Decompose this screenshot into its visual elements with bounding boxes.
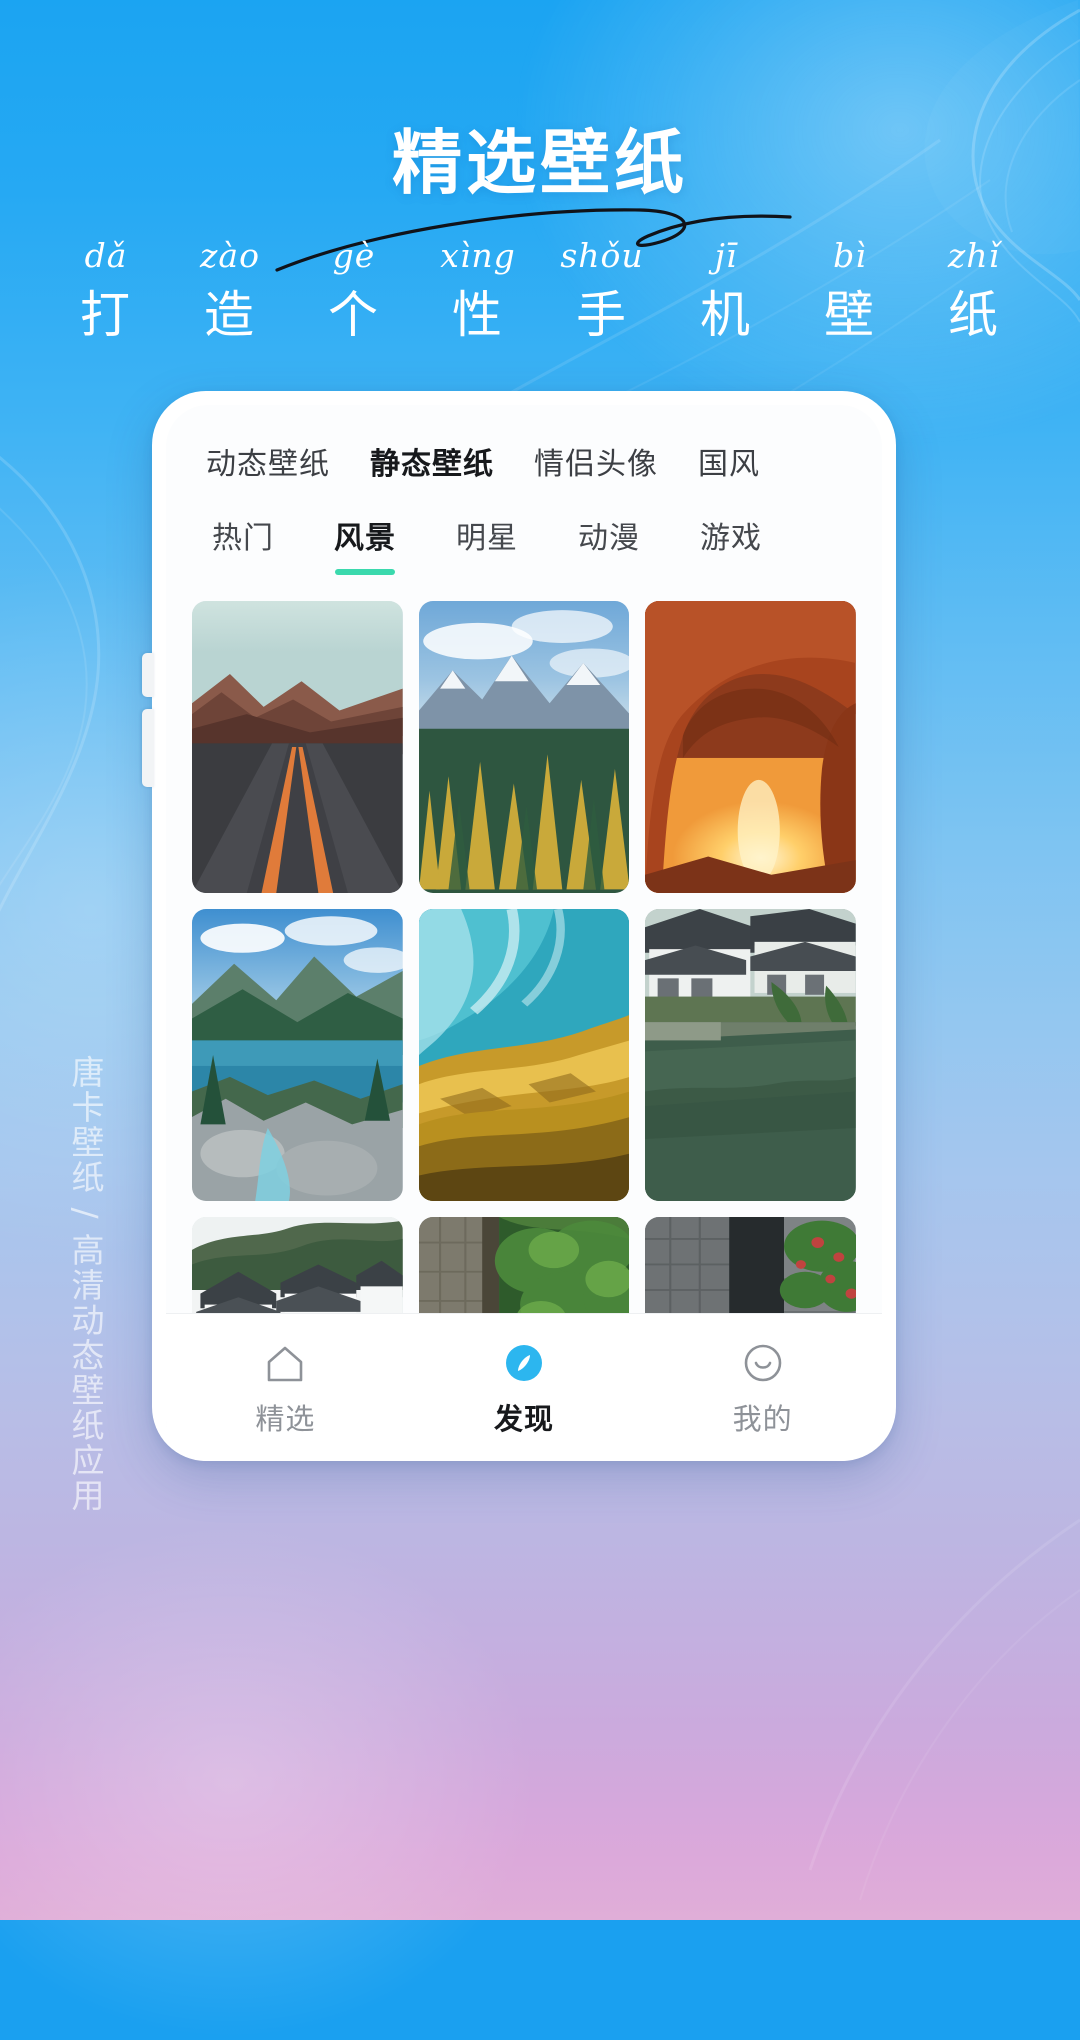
- category-label: 热门: [212, 522, 274, 555]
- wallpaper-grid-scroll[interactable]: [166, 575, 882, 1313]
- category-celebrity[interactable]: 明星: [456, 513, 518, 557]
- nav-label: 发现: [493, 1404, 554, 1436]
- category-label: 游戏: [700, 522, 762, 555]
- active-category-underline: [335, 569, 395, 575]
- main-tab-bar: 动态壁纸 静态壁纸 情侣头像 国风: [166, 405, 882, 483]
- category-game[interactable]: 游戏: [700, 513, 762, 557]
- stone-path-flowers-art: [645, 1217, 856, 1313]
- poster-headline: 精选壁纸 dǎ zào gè xìng shǒu jī bì zhǐ 打 造 个…: [0, 0, 1080, 380]
- pinyin-syllable: xìng: [440, 236, 516, 275]
- turquoise-waterfall-art: [418, 909, 630, 1201]
- category-hot[interactable]: 热门: [212, 513, 274, 557]
- category-tab-bar: 热门 风景 明星 动漫 游戏: [166, 483, 882, 575]
- subtitle-char: 性: [452, 286, 504, 344]
- nav-item-discover[interactable]: 发现: [434, 1336, 614, 1438]
- phone-mockup: 动态壁纸 静态壁纸 情侣头像 国风 热门 风景 明星 动漫 游戏 精选 发现 我…: [142, 391, 896, 1461]
- subtitle-char: 纸: [948, 286, 1000, 344]
- nav-item-mine[interactable]: 我的: [673, 1336, 853, 1438]
- tab-dynamic-wallpaper[interactable]: 动态壁纸: [206, 439, 330, 483]
- wallpaper-tile[interactable]: [418, 601, 630, 893]
- subtitle-char: 壁: [824, 286, 876, 344]
- tab-static-wallpaper[interactable]: 静态壁纸: [370, 439, 494, 483]
- stone-alley-green-art: [418, 1217, 630, 1313]
- subtitle-char: 打: [80, 286, 132, 344]
- nav-label: 精选: [255, 1404, 316, 1436]
- category-label: 明星: [456, 522, 518, 555]
- wallpaper-tile[interactable]: [192, 601, 403, 893]
- bottom-navigation-bar: 精选 发现 我的: [166, 1313, 882, 1461]
- subtitle-char: 个: [328, 286, 380, 344]
- pinyin-syllable: gè: [332, 236, 376, 275]
- wallpaper-tile[interactable]: [192, 1217, 403, 1313]
- pinyin-syllable: shǒu: [560, 236, 644, 275]
- wallpaper-tile[interactable]: [645, 601, 856, 893]
- category-label: 风景: [334, 522, 396, 555]
- wallpaper-tile[interactable]: [418, 909, 630, 1201]
- phone-screen: 动态壁纸 静态壁纸 情侣头像 国风 热门 风景 明星 动漫 游戏 精选 发现 我…: [166, 405, 882, 1461]
- tab-chinese-style[interactable]: 国风: [698, 439, 760, 483]
- nav-label: 我的: [732, 1404, 793, 1436]
- category-label: 动漫: [578, 522, 640, 555]
- pinyin-syllable: jī: [714, 236, 738, 275]
- smiley-icon: [673, 1336, 853, 1390]
- snow-mountain-forest-art: [418, 601, 630, 893]
- wallpaper-tile[interactable]: [192, 909, 403, 1201]
- subtitle-char: 机: [700, 286, 752, 344]
- huizhou-village-art: [192, 1217, 403, 1313]
- tab-couple-avatar[interactable]: 情侣头像: [534, 439, 658, 483]
- desert-highway-art: [192, 601, 403, 893]
- page-title: 精选壁纸: [392, 122, 688, 204]
- pinyin-syllable: zào: [200, 236, 260, 275]
- canyon-arch-sunset-art: [645, 601, 856, 893]
- nav-item-featured[interactable]: 精选: [195, 1336, 375, 1438]
- subtitle-char: 造: [204, 286, 256, 344]
- wallpaper-tile[interactable]: [418, 1217, 630, 1313]
- pinyin-row: dǎ zào gè xìng shǒu jī bì zhǐ: [0, 236, 1080, 275]
- pinyin-syllable: zhǐ: [947, 236, 1001, 275]
- subtitle-row: 打 造 个 性 手 机 壁 纸: [0, 275, 1080, 347]
- category-scenery[interactable]: 风景: [334, 513, 396, 575]
- background-glow-bottom: [0, 1520, 540, 2040]
- phone-side-button-up[interactable]: [142, 653, 154, 697]
- water-town-canal-art: [645, 909, 856, 1201]
- pinyin-syllable: bì: [833, 236, 867, 275]
- subtitle-char: 手: [576, 286, 628, 344]
- home-icon: [195, 1336, 375, 1390]
- silk-ribbon-decoration-lower: [808, 1518, 1080, 1901]
- compass-icon: [434, 1336, 614, 1390]
- phone-side-button-down[interactable]: [142, 709, 154, 787]
- alpine-lake-art: [192, 909, 403, 1201]
- wallpaper-grid: [192, 601, 856, 1313]
- category-anime[interactable]: 动漫: [578, 513, 640, 557]
- wallpaper-tile[interactable]: [645, 909, 856, 1201]
- wallpaper-tile[interactable]: [645, 1217, 856, 1313]
- side-watermark-text: 唐卡壁纸 / 高清动态壁纸应用: [66, 1055, 105, 1514]
- pinyin-syllable: dǎ: [84, 236, 128, 275]
